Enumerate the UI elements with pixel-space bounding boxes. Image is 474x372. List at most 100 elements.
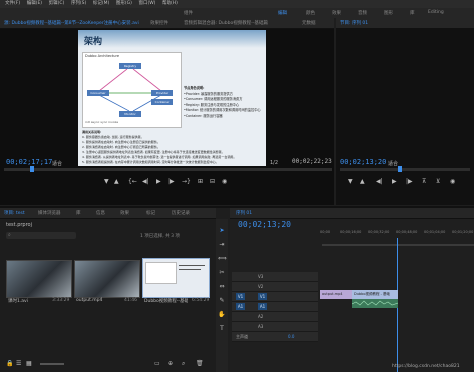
thumb-output[interactable] (74, 260, 140, 298)
menu-sequence[interactable]: 序列(S) (71, 0, 86, 8)
source-patch-a1[interactable]: A1 (236, 303, 245, 310)
clip-output-video[interactable]: output.mp4 (320, 290, 352, 299)
hand-tool-icon[interactable]: ✋ (218, 311, 226, 319)
track-v2[interactable]: V2 (232, 282, 318, 292)
menu-clip[interactable]: 剪辑(C) (49, 0, 65, 8)
item-name-2: output.mp4 (76, 298, 103, 303)
program-playhead[interactable] (398, 166, 402, 172)
track-a1-label[interactable]: A1 (258, 303, 267, 310)
program-fit-select[interactable]: 适合 (388, 160, 398, 167)
ripple-edit-tool-icon[interactable]: ⟺ (218, 255, 227, 263)
track-v3-label: V3 (258, 274, 264, 279)
tab-effects[interactable]: 效果 (120, 210, 129, 216)
razor-tool-icon[interactable]: ✂ (218, 269, 226, 277)
slip-tool-icon[interactable]: ⇔ (218, 283, 226, 291)
extract-icon[interactable]: ⊻ (436, 178, 440, 185)
tab-effect-controls[interactable]: 效果控件 (150, 20, 168, 26)
zoom-slider[interactable] (40, 363, 64, 365)
tab-history[interactable]: 历史记录 (172, 210, 190, 216)
step-back-icon[interactable]: ◀| (142, 178, 149, 185)
source-playhead[interactable] (30, 166, 34, 172)
ws-editing[interactable]: 编辑 (278, 10, 287, 16)
overwrite-icon[interactable]: ⊟ (210, 178, 215, 185)
calls-block: 调用关系说明: 0. 服务容器负责启动, 加载, 运行服务提供者。 1. 服务提… (82, 130, 264, 165)
menu-edit[interactable]: 编辑(E) (27, 0, 42, 8)
track-v1[interactable]: V1 V1 (232, 292, 318, 302)
insert-icon[interactable]: ⊞ (198, 178, 203, 185)
project-file-name: test.prproj (6, 222, 32, 228)
menu-graphics[interactable]: 图形(G) (116, 0, 132, 8)
pen-tool-icon[interactable]: ✎ (218, 297, 226, 305)
find-icon[interactable]: ⌕ (182, 360, 185, 368)
track-v3[interactable]: V3 (232, 272, 318, 282)
legend-async: async (90, 120, 100, 124)
goto-out-icon[interactable]: →} (182, 178, 191, 185)
program-step-forward-icon[interactable]: |▶ (406, 178, 413, 185)
menu-file[interactable]: 文件(F) (5, 0, 20, 8)
mark-out-icon[interactable]: ▲ (114, 178, 119, 185)
play-icon[interactable]: ▶ (156, 178, 161, 185)
program-step-back-icon[interactable]: ◀| (376, 178, 383, 185)
type-tool-icon[interactable]: T (218, 325, 226, 333)
program-timecode[interactable]: 00;02;13;20 (340, 158, 386, 166)
tab-audio-mixer[interactable]: 音频剪辑混合器: Dubbo视频教程--基础篇 (184, 20, 268, 26)
tab-program[interactable]: 节目: 序列 01 (340, 20, 368, 26)
ws-effects[interactable]: 效果 (332, 10, 341, 16)
timeline-timecode[interactable]: 00;02;13;20 (238, 220, 291, 229)
tab-libraries[interactable]: 库 (76, 210, 81, 216)
tab-sequence[interactable]: 序列 01 (236, 210, 252, 216)
menu-help[interactable]: 帮助(H) (162, 0, 178, 8)
tab-project[interactable]: 项目: test (4, 210, 25, 216)
ws-audio[interactable]: 音频 (358, 10, 367, 16)
tab-info[interactable]: 信息 (96, 210, 105, 216)
track-select-tool-icon[interactable]: ⇥ (218, 241, 226, 249)
menu-window[interactable]: 窗口(W) (138, 0, 155, 8)
ws-assembly[interactable]: 组件 (184, 10, 193, 16)
master-value[interactable]: 0.0 (288, 334, 294, 339)
tab-metadata[interactable]: 元数据 (302, 20, 316, 26)
timeline-ruler[interactable]: 00;00 00;00;16;00 00;00;32;00 00;00;48;0… (320, 230, 474, 238)
tab-markers[interactable]: 标记 (146, 210, 155, 216)
new-item-icon[interactable]: ⊕ (168, 360, 173, 367)
list-view-icon[interactable]: ☰ (16, 360, 21, 367)
program-scrub-bar[interactable] (340, 166, 470, 172)
track-master[interactable]: 主声道 0.0 (232, 332, 318, 342)
icon-view-icon[interactable]: ▦ (26, 360, 32, 367)
source-fit-select[interactable]: 适合 (52, 160, 62, 167)
trash-icon[interactable]: 🗑 (196, 360, 204, 367)
step-forward-icon[interactable]: |▶ (168, 178, 175, 185)
menu-marker[interactable]: 标记(M) (93, 0, 109, 8)
track-a1[interactable]: A1 A1 (232, 302, 318, 312)
project-search-input[interactable]: ⌕ (6, 232, 76, 239)
program-mark-out-icon[interactable]: ▲ (360, 178, 365, 185)
clip-dubbo-video[interactable]: Dubbo视频教程 - 基础 (352, 290, 398, 299)
source-timecode[interactable]: 00;02;17;17 (6, 158, 52, 166)
program-export-frame-icon[interactable]: ◉ (450, 178, 455, 185)
export-frame-icon[interactable]: ◉ (222, 178, 227, 185)
track-a3[interactable]: A3 (232, 322, 318, 332)
ws-editing-en[interactable]: Editing (428, 10, 444, 15)
lift-icon[interactable]: ⊼ (422, 178, 426, 185)
thumb-clip1[interactable] (6, 260, 72, 298)
thumb-dubbo[interactable] (142, 258, 210, 298)
ws-libraries[interactable]: 库 (410, 10, 415, 16)
video-frame[interactable]: 架构 Dubbo Architecture Registry Consumer … (78, 30, 266, 166)
ws-color[interactable]: 颜色 (306, 10, 315, 16)
source-patch-v1[interactable]: V1 (236, 293, 245, 300)
mark-in-icon[interactable]: ▼ (104, 178, 109, 185)
program-mark-in-icon[interactable]: ▼ (348, 178, 353, 185)
work-area-bar[interactable] (322, 244, 474, 246)
clip-dubbo-audio[interactable] (351, 299, 399, 308)
new-bin-icon[interactable]: ▭ (154, 360, 160, 367)
track-v1-label[interactable]: V1 (258, 293, 267, 300)
track-a2[interactable]: A2 (232, 312, 318, 322)
goto-in-icon[interactable]: {← (128, 178, 137, 185)
lock-icon[interactable]: 🔒 (6, 360, 13, 367)
tab-media-browser[interactable]: 媒体浏览器 (38, 210, 61, 216)
program-play-icon[interactable]: ▶ (392, 178, 397, 185)
source-scrub-bar[interactable] (4, 166, 332, 172)
tab-source[interactable]: 源: Dubbo视频教程--基础篇--第8节--ZooKeeper注册中心安装.… (4, 20, 139, 26)
ruler-tick: 00;01;04;00 (424, 230, 446, 234)
selection-tool-icon[interactable]: ➤ (218, 227, 226, 235)
ws-graphics[interactable]: 图形 (384, 10, 393, 16)
